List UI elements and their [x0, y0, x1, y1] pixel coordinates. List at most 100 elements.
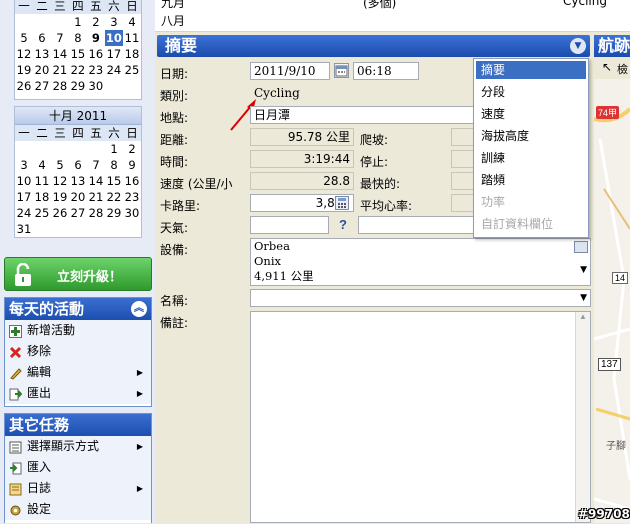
calendar-day[interactable]: 25 [123, 62, 141, 78]
calendar-day[interactable]: 3 [15, 157, 33, 173]
panel-item[interactable]: 匯入 [5, 457, 151, 478]
notes-textarea[interactable]: ▲ [250, 311, 591, 523]
panel-header[interactable]: 每天的活動 ︽ [5, 298, 151, 320]
panel-item[interactable]: 匯出 ▶ [5, 383, 151, 404]
panel-item[interactable]: 日誌 ▶ [5, 478, 151, 499]
calendar-day[interactable]: 12 [15, 46, 33, 62]
calendar-day[interactable]: 26 [15, 78, 33, 94]
calendar-day[interactable]: 7 [87, 157, 105, 173]
calendar-day[interactable]: 21 [51, 62, 69, 78]
calendar-day[interactable]: 4 [33, 157, 51, 173]
menu-item[interactable]: 海拔高度 [474, 125, 588, 147]
menu-item[interactable]: 訓練 [474, 147, 588, 169]
calendar-day[interactable]: 16 [123, 173, 141, 189]
calendar-icon[interactable] [334, 63, 349, 78]
summary-header[interactable]: 摘要 ▼ [157, 35, 590, 57]
calendar-day[interactable]: 15 [69, 46, 87, 62]
calendar-day[interactable]: 5 [51, 157, 69, 173]
panel-item[interactable]: 選擇顯示方式 ▶ [5, 436, 151, 457]
calendar-day[interactable]: 8 [69, 30, 87, 46]
calendar-day[interactable]: 17 [15, 189, 33, 205]
panel-header[interactable]: 其它任務 [5, 414, 151, 436]
calendar-day[interactable]: 19 [51, 189, 69, 205]
calendar-day[interactable]: 19 [15, 62, 33, 78]
collapse-icon[interactable]: ︽ [131, 301, 147, 317]
calendar-day[interactable]: 14 [87, 173, 105, 189]
calendar-day[interactable]: 30 [123, 205, 141, 221]
chevron-down-icon[interactable]: ▼ [580, 263, 587, 278]
weather-notes-field[interactable] [358, 216, 478, 234]
menu-item[interactable]: 摘要 [476, 61, 586, 79]
calendar-day[interactable]: 26 [51, 205, 69, 221]
scrollbar[interactable]: ▲ [575, 312, 590, 522]
time-field[interactable]: 06:18 [353, 62, 419, 80]
calendar-day[interactable]: 29 [69, 78, 87, 94]
calendar-day[interactable]: 31 [15, 221, 33, 237]
upgrade-button[interactable]: 立刻升級！ [4, 257, 152, 291]
calendar-day[interactable]: 28 [87, 205, 105, 221]
panel-item[interactable]: 編輯 ▶ [5, 362, 151, 383]
calendar-day[interactable]: 27 [33, 78, 51, 94]
calendar-day[interactable]: 28 [51, 78, 69, 94]
list-row-category[interactable]: (多個) [363, 0, 396, 11]
panel-item[interactable]: 移除 [5, 341, 151, 362]
panel-item[interactable]: 新增活動 [5, 320, 151, 341]
calendar-day[interactable]: 22 [105, 189, 123, 205]
calendar-day[interactable]: 3 [105, 14, 123, 30]
calendar-day[interactable]: 11 [33, 173, 51, 189]
calendar-day[interactable]: 9 [87, 30, 105, 46]
date-field[interactable]: 2011/9/10 [250, 62, 330, 80]
calendar-day[interactable]: 23 [87, 62, 105, 78]
name-field[interactable]: ▼ [250, 289, 591, 307]
calendar-day[interactable]: 30 [87, 78, 105, 94]
calendar-day[interactable]: 27 [69, 205, 87, 221]
calendar-day[interactable]: 13 [33, 46, 51, 62]
calendar-day[interactable]: 2 [87, 14, 105, 30]
calendar-day[interactable]: 21 [87, 189, 105, 205]
search-map-label[interactable]: 檢 [617, 61, 628, 77]
list-row-month[interactable]: 九月 [161, 0, 185, 11]
calendar-day[interactable]: 10 [104, 30, 123, 46]
menu-item[interactable]: 分段 [474, 81, 588, 103]
calendar-day[interactable]: 25 [33, 205, 51, 221]
calendar-day[interactable]: 24 [105, 62, 123, 78]
calendar-day[interactable]: 18 [33, 189, 51, 205]
calendar-day[interactable]: 1 [105, 141, 123, 157]
menu-item[interactable]: 踏頻 [474, 169, 588, 191]
calendar-day[interactable]: 11 [123, 30, 141, 46]
calendar-day[interactable]: 13 [69, 173, 87, 189]
calendar-day[interactable]: 8 [105, 157, 123, 173]
calculator-icon[interactable] [335, 196, 349, 210]
calendar-day[interactable]: 10 [15, 173, 33, 189]
chevron-down-icon[interactable]: ▼ [570, 38, 586, 54]
calendar-day[interactable]: 9 [123, 157, 141, 173]
calendar-day[interactable]: 6 [33, 30, 51, 46]
calendar-day[interactable]: 16 [87, 46, 105, 62]
list-row-sport[interactable]: Cycling [563, 0, 607, 8]
calendar-day[interactable]: 12 [51, 173, 69, 189]
calendar-day[interactable]: 18 [123, 46, 141, 62]
calendar-day[interactable]: 20 [33, 62, 51, 78]
list-row-month[interactable]: 八月 [161, 12, 185, 29]
calendar-day[interactable]: 20 [69, 189, 87, 205]
menu-item[interactable]: 速度 [474, 103, 588, 125]
list-icon[interactable] [574, 241, 588, 253]
help-icon[interactable]: ? [336, 217, 350, 233]
calendar-day[interactable]: 23 [123, 189, 141, 205]
calendar-day[interactable]: 29 [105, 205, 123, 221]
calendar-day[interactable]: 2 [123, 141, 141, 157]
calendar-day[interactable]: 4 [123, 14, 141, 30]
calendar-day[interactable]: 22 [69, 62, 87, 78]
pointer-icon[interactable]: ↖ [602, 60, 612, 74]
calendar-day[interactable]: 14 [51, 46, 69, 62]
weather-field[interactable] [250, 216, 329, 234]
scroll-up-icon[interactable]: ▲ [576, 312, 590, 326]
map-view[interactable]: ↖ 檢 74甲 14 137 子腳 [594, 57, 630, 523]
calendar-day[interactable]: 24 [15, 205, 33, 221]
calendar-day[interactable]: 1 [69, 14, 87, 30]
calendar-day[interactable]: 17 [105, 46, 123, 62]
chevron-down-icon[interactable]: ▼ [580, 290, 587, 306]
calendar-day[interactable]: 15 [105, 173, 123, 189]
calendar-day[interactable]: 5 [15, 30, 33, 46]
calendar-day[interactable]: 6 [69, 157, 87, 173]
